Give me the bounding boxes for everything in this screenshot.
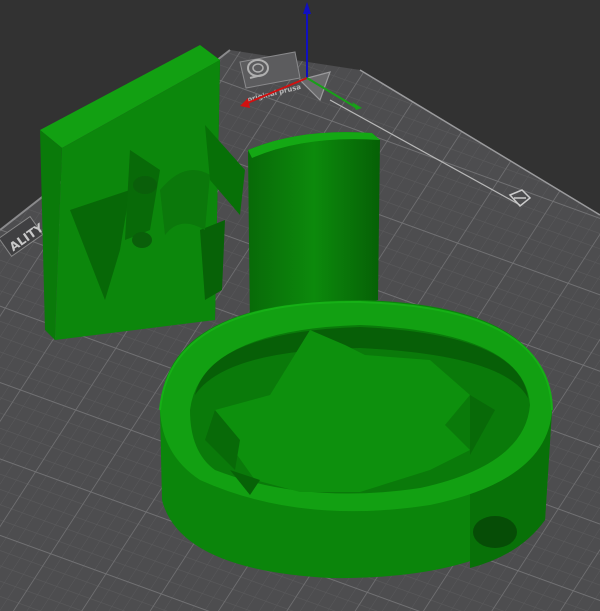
scene-canvas[interactable]: original prusa ALITY xyxy=(0,0,600,611)
3d-viewport[interactable]: original prusa ALITY xyxy=(0,0,600,611)
z-axis-arrow-icon xyxy=(303,2,311,14)
model-back-plate xyxy=(40,45,245,340)
